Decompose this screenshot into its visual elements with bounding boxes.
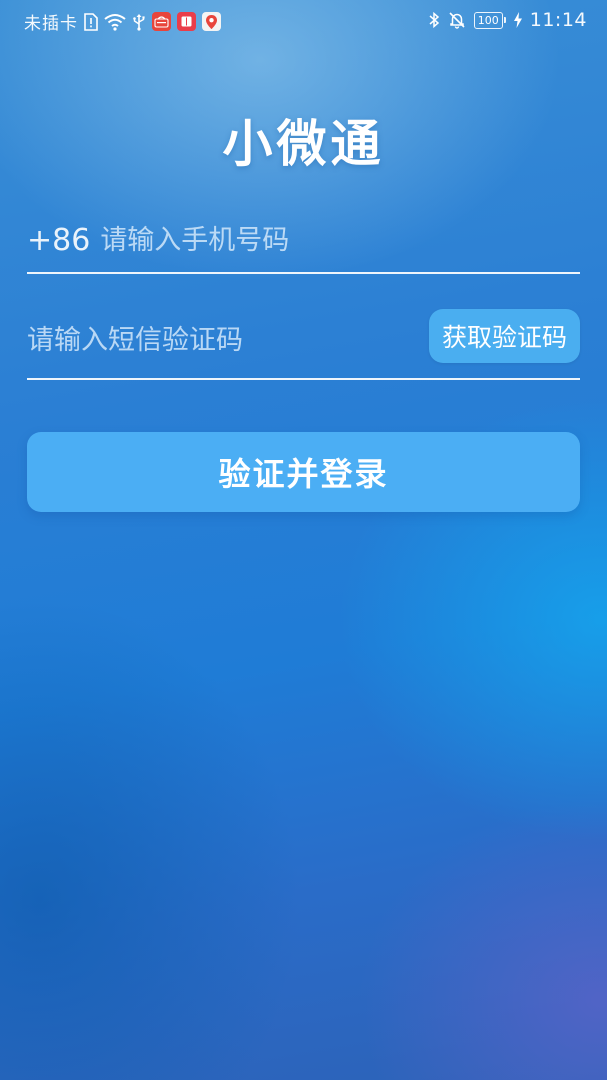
status-bar-right: 100 11:14 xyxy=(428,9,587,31)
app-title: 小微通 xyxy=(222,115,385,173)
status-bar-left: 未插卡 xyxy=(24,9,221,34)
sms-code-input[interactable] xyxy=(27,320,407,360)
battery-level: 100 xyxy=(473,11,503,29)
app-notification-red-icon xyxy=(152,12,171,31)
battery-tip xyxy=(503,17,506,23)
mute-bell-icon xyxy=(448,11,466,29)
wifi-icon xyxy=(104,13,126,31)
phone-field: +86 xyxy=(27,214,580,274)
phone-input[interactable] xyxy=(100,220,531,260)
sim-alert-icon xyxy=(84,12,98,31)
charging-icon xyxy=(513,12,522,28)
app-notification-book-icon xyxy=(177,12,196,31)
code-field: 获取验证码 xyxy=(27,306,580,380)
carrier-label: 未插卡 xyxy=(24,14,78,34)
app-notification-map-icon xyxy=(202,12,221,31)
verify-login-button[interactable]: 验证并登录 xyxy=(27,432,580,512)
get-code-button[interactable]: 获取验证码 xyxy=(429,309,580,363)
phone-row: +86 xyxy=(27,220,531,260)
status-bar: 未插卡 100 11:14 xyxy=(0,0,607,40)
country-code[interactable]: +86 xyxy=(27,223,90,258)
usb-icon xyxy=(132,13,146,31)
battery-icon: 100 xyxy=(473,11,506,29)
bluetooth-icon xyxy=(428,11,440,29)
login-screen: 未插卡 100 11:14 小微通 +86 请输入手机号码 请输入短信验证码 获… xyxy=(0,0,607,1080)
clock: 11:14 xyxy=(529,9,587,31)
